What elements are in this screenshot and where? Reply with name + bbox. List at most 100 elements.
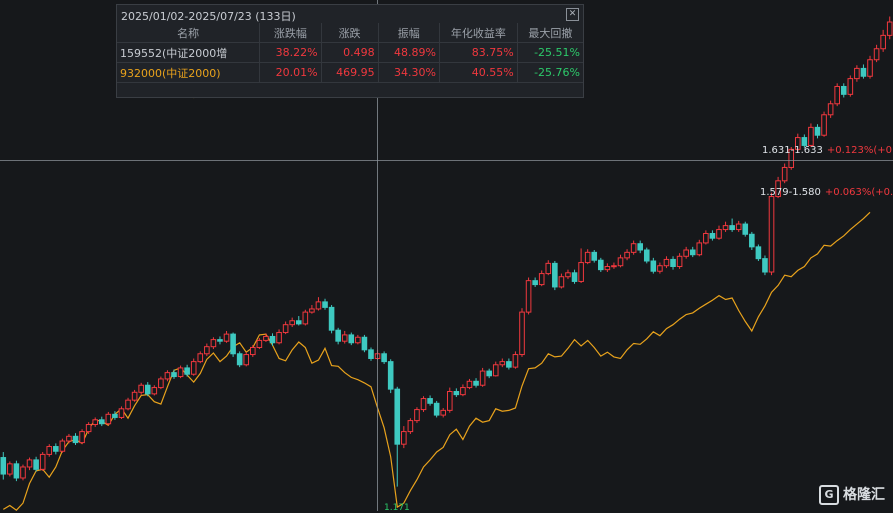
row-change-pct: 20.01%	[259, 62, 322, 83]
candle-down	[729, 225, 735, 231]
candle-up	[341, 334, 348, 342]
row-change: 0.498	[321, 42, 379, 63]
watermark-text: 格隆汇	[843, 487, 885, 503]
candle-up	[538, 273, 545, 286]
stats-row-etf[interactable]: 159552(中证2000增 38.22% 0.498 48.89% 83.75…	[117, 42, 583, 63]
candle-down	[13, 463, 20, 479]
price-pct: +0.123%(+0.00	[826, 145, 893, 156]
candle-up	[880, 34, 886, 50]
candle-up	[407, 420, 414, 433]
candle-down	[643, 249, 650, 262]
candle-down	[650, 260, 657, 272]
candle-down	[689, 249, 696, 256]
candle-down	[236, 353, 243, 366]
stats-header-row: 名称 涨跌幅 涨跌 振幅 年化收益率 最大回撤	[117, 23, 583, 43]
candle-up	[492, 364, 499, 377]
candle-down	[328, 306, 335, 331]
candle-up	[204, 346, 210, 355]
candle-up	[722, 225, 729, 231]
interval-stats-panel[interactable]: 2025/01/02-2025/07/23 (133日) ✕ 名称 涨跌幅 涨跌…	[116, 4, 584, 98]
brand-watermark: G 格隆汇	[819, 484, 885, 505]
candle-up	[558, 276, 565, 288]
candle-up	[92, 419, 99, 426]
candle-down	[709, 232, 716, 239]
price-level-label-lower: 1.579-1.580+0.063%(+0.00	[760, 187, 893, 198]
candle-down	[184, 367, 190, 375]
candle-up	[867, 59, 873, 77]
candle-up	[735, 223, 742, 231]
candle-down	[552, 262, 558, 288]
candle-down	[427, 398, 433, 404]
candle-up	[46, 446, 53, 455]
candle-down	[269, 335, 276, 344]
low-price-label: 1.171	[384, 503, 410, 513]
index-line	[2, 211, 871, 511]
candle-up	[886, 21, 893, 36]
candle-down	[532, 280, 538, 286]
stats-row-index[interactable]: 932000(中证2000) 20.01% 469.95 34.30% 40.5…	[117, 62, 583, 83]
candle-down	[571, 272, 578, 282]
candle-up	[210, 339, 217, 348]
candle-up	[676, 255, 683, 268]
candle-up	[105, 413, 112, 425]
candle-up	[519, 311, 525, 356]
interval-title: 2025/01/02-2025/07/23 (133日)	[121, 10, 296, 23]
candle-up	[289, 320, 295, 326]
candle-up	[118, 408, 125, 418]
candle-up	[197, 353, 204, 363]
candle-up	[578, 262, 584, 282]
candle-down	[598, 259, 604, 271]
candle-up	[158, 378, 164, 389]
candle-up	[79, 431, 85, 444]
candle-up	[282, 324, 289, 334]
candle-up	[302, 311, 309, 325]
header-amplitude: 振幅	[378, 23, 440, 43]
candle-down	[453, 391, 460, 396]
candle-up	[466, 380, 473, 389]
candle-up	[696, 242, 703, 256]
candle-up	[781, 166, 788, 182]
candle-down	[335, 329, 341, 342]
price-range: 1.579-1.580	[760, 187, 821, 198]
candle-up	[223, 333, 230, 342]
candle-up	[401, 431, 407, 445]
candle-down	[381, 353, 387, 363]
candle-down	[670, 258, 676, 268]
candle-up	[512, 354, 519, 368]
candle-up	[177, 367, 184, 378]
candle-up	[873, 48, 880, 61]
gelonghui-logo-icon: G	[819, 485, 839, 505]
candle-up	[827, 103, 834, 116]
row-annualized: 83.75%	[439, 42, 518, 63]
candle-down	[433, 402, 440, 416]
header-max-drawdown: 最大回撤	[517, 23, 583, 43]
candle-down	[53, 446, 59, 452]
header-change: 涨跌	[321, 23, 379, 43]
candle-down	[860, 67, 867, 77]
candle-up	[834, 85, 840, 105]
candle-up	[243, 354, 250, 366]
candle-up	[847, 78, 854, 95]
header-change-pct: 涨跌幅	[259, 23, 322, 43]
candle-up	[716, 229, 722, 239]
candle-up	[703, 232, 709, 244]
candle-up	[854, 67, 860, 80]
candle-down	[749, 233, 755, 248]
candle-down	[295, 320, 302, 325]
candle-up	[446, 391, 453, 411]
candle-up	[768, 196, 775, 273]
candle-down	[98, 419, 105, 425]
candle-up	[657, 265, 663, 272]
candle-down	[112, 413, 118, 418]
candle-up	[276, 332, 282, 344]
candle-down	[506, 361, 512, 368]
price-pct: +0.063%(+0.00	[824, 187, 893, 198]
candle-up	[525, 280, 532, 313]
candle-up	[309, 308, 315, 313]
row-amplitude: 34.30%	[378, 62, 440, 83]
close-icon[interactable]: ✕	[566, 8, 579, 21]
price-range: 1.631-1.633	[762, 145, 823, 156]
candle-down	[72, 435, 79, 444]
candle-up	[663, 258, 670, 267]
candle-down	[348, 334, 355, 344]
